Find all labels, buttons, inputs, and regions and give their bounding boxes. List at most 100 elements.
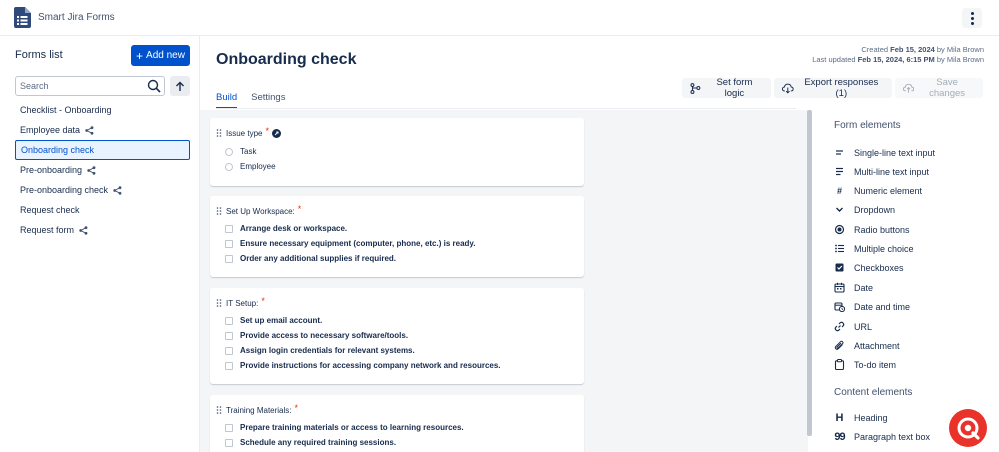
link-icon[interactable]: [271, 128, 281, 138]
element-date-time[interactable]: Date and time: [834, 301, 910, 312]
chat-support-icon: [957, 417, 980, 440]
form-field-card[interactable]: Issue type * Task Employee: [210, 118, 584, 186]
element-label: Single-line text input: [854, 147, 936, 158]
save-changes-button[interactable]: Save changes: [895, 77, 983, 99]
hash-icon: #: [836, 185, 842, 196]
radio-option[interactable]: Task: [225, 147, 256, 156]
option-label: Order any additional supplies if require…: [240, 254, 397, 263]
option-label: Schedule any required training sessions.: [240, 438, 397, 447]
canvas-scrollbar[interactable]: [807, 110, 812, 436]
checkbox[interactable]: [225, 224, 233, 233]
checkbox-option[interactable]: Order any additional supplies if require…: [225, 254, 396, 263]
drag-handle-icon[interactable]: [216, 207, 222, 215]
forms-app-icon: [14, 7, 31, 28]
form-item-pre-onboarding[interactable]: Pre-onboarding: [15, 160, 190, 180]
created-by-prefix: by: [936, 45, 945, 54]
checkbox-option[interactable]: Prepare training materials or access to …: [225, 423, 464, 432]
checkbox-option[interactable]: Ensure necessary equipment (computer, ph…: [225, 239, 475, 248]
updated-date: Feb 15, 2024, 6:15 PM: [857, 55, 935, 64]
checkbox-icon: [835, 263, 844, 272]
checkbox[interactable]: [225, 361, 233, 370]
support-chat-button[interactable]: [949, 409, 987, 447]
element-label: Date and time: [854, 301, 911, 312]
set-form-logic-button[interactable]: Set form logic: [682, 77, 771, 99]
field-title-text: Issue type: [226, 128, 263, 138]
calendar-icon: [834, 282, 845, 293]
element-checkboxes[interactable]: Checkboxes: [834, 262, 904, 273]
form-field-card[interactable]: IT Setup: * Set up email account. Provide…: [210, 288, 584, 384]
checkbox[interactable]: [225, 423, 233, 432]
drag-handle-icon[interactable]: [216, 129, 222, 137]
element-multi-line-text[interactable]: Multi-line text input: [834, 166, 929, 177]
checkbox-option[interactable]: Schedule any required training sessions.: [225, 438, 396, 447]
search-icon[interactable]: [147, 79, 161, 93]
option-label: Task: [240, 147, 257, 156]
long-text-icon: [836, 167, 843, 176]
paperclip-icon: [834, 340, 844, 350]
element-attachment[interactable]: Attachment: [834, 340, 900, 351]
element-label: Heading: [854, 412, 888, 423]
updated-by: Mila Brown: [946, 55, 984, 64]
checkbox[interactable]: [225, 438, 233, 447]
form-field-card[interactable]: Training Materials: * Prepare training ma…: [210, 395, 584, 452]
element-paragraph[interactable]: 99 Paragraph text box: [834, 431, 930, 443]
search-input[interactable]: [16, 77, 144, 95]
drag-handle-icon[interactable]: [216, 406, 222, 414]
checkbox-option[interactable]: Assign login credentials for relevant sy…: [225, 346, 415, 355]
created-prefix: Created: [861, 45, 889, 54]
radio-circle[interactable]: [225, 147, 233, 156]
forms-list: Checklist - Onboarding Employee data Onb…: [15, 100, 190, 240]
element-multiple-choice[interactable]: Multiple choice: [834, 243, 914, 254]
short-text-icon: [836, 150, 843, 155]
form-metadata: Created Feb 15, 2024 by Mila Brown Last …: [812, 45, 984, 65]
element-label: Attachment: [854, 340, 900, 351]
checkbox[interactable]: [225, 254, 233, 263]
element-date[interactable]: Date: [834, 282, 873, 293]
form-item-request-form[interactable]: Request form: [15, 220, 190, 240]
radio-option[interactable]: Employee: [225, 162, 276, 171]
share-icon: [85, 125, 94, 135]
element-label: Multiple choice: [854, 243, 914, 254]
more-options-button[interactable]: [962, 8, 982, 28]
page-title: Onboarding check: [216, 51, 357, 68]
element-todo-item[interactable]: To-do item: [834, 359, 896, 370]
element-radio-buttons[interactable]: Radio buttons: [834, 224, 910, 235]
tab-build[interactable]: Build: [216, 92, 238, 109]
element-dropdown[interactable]: Dropdown: [834, 204, 895, 215]
tab-settings[interactable]: Settings: [251, 92, 285, 109]
field-title: Set Up Workspace: *: [226, 204, 301, 216]
element-url[interactable]: URL: [834, 321, 872, 332]
element-heading[interactable]: H Heading: [834, 412, 888, 424]
checkbox-option[interactable]: Provide access to necessary software/too…: [225, 331, 408, 340]
element-label: To-do item: [854, 359, 897, 370]
form-item-onboarding-check[interactable]: Onboarding check: [15, 140, 190, 160]
element-numeric[interactable]: # Numeric element: [834, 185, 922, 196]
form-item-request-check[interactable]: Request check: [15, 200, 190, 220]
radio-circle[interactable]: [225, 162, 233, 171]
option-label: Provide instructions for accessing compa…: [240, 361, 501, 370]
form-item-employee-data[interactable]: Employee data: [15, 120, 190, 140]
required-marker: *: [294, 403, 299, 413]
form-field-card[interactable]: Set Up Workspace: * Arrange desk or works…: [210, 196, 584, 277]
form-item-checklist-onboarding[interactable]: Checklist - Onboarding: [15, 100, 190, 120]
export-responses-button[interactable]: Export responses (1): [774, 77, 892, 99]
option-label: Arrange desk or workspace.: [240, 224, 348, 233]
checkbox-option[interactable]: Set up email account.: [225, 316, 322, 325]
checkbox[interactable]: [225, 331, 233, 340]
drag-handle-icon[interactable]: [216, 299, 222, 307]
sort-button[interactable]: [170, 76, 190, 96]
checkbox-option[interactable]: Arrange desk or workspace.: [225, 224, 347, 233]
checkbox[interactable]: [225, 346, 233, 355]
checkbox-option[interactable]: Provide instructions for accessing compa…: [225, 361, 501, 370]
app-title: Smart Jira Forms: [38, 12, 115, 23]
set-form-logic-label: Set form logic: [716, 77, 753, 99]
share-icon: [113, 185, 122, 195]
element-single-line-text[interactable]: Single-line text input: [834, 147, 935, 158]
form-elements-title: Form elements: [834, 120, 901, 131]
add-new-button[interactable]: + Add new: [131, 45, 190, 66]
cloud-upload-icon: [903, 83, 915, 93]
content-elements-title: Content elements: [834, 387, 913, 398]
checkbox[interactable]: [225, 316, 233, 325]
checkbox[interactable]: [225, 239, 233, 248]
form-item-pre-onboarding-check[interactable]: Pre-onboarding check: [15, 180, 190, 200]
